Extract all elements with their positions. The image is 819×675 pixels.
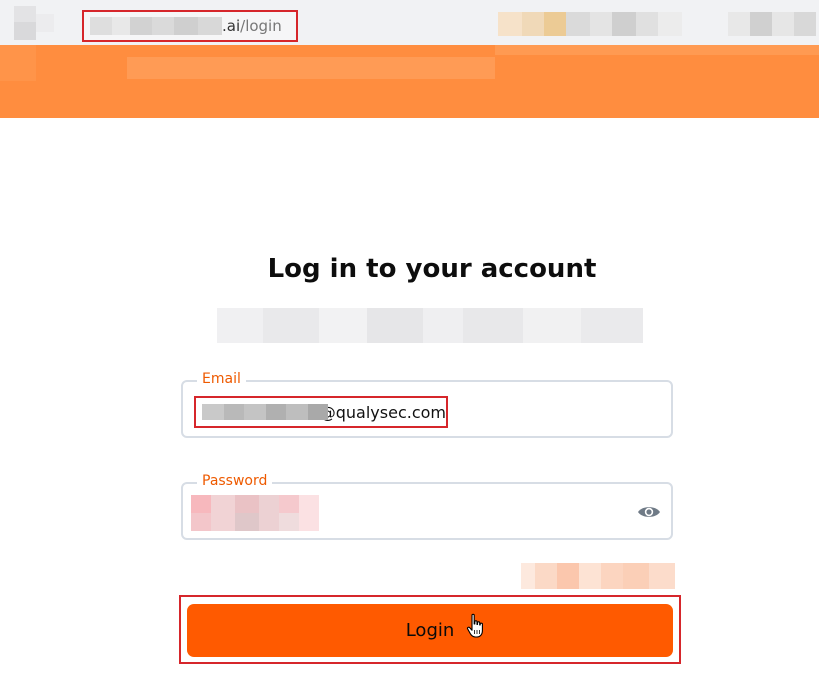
url-host-suffix: .ai: [222, 17, 241, 35]
url-host-redacted: [90, 17, 222, 35]
password-label: Password: [197, 473, 273, 489]
password-field[interactable]: Password: [181, 473, 673, 540]
email-value[interactable]: @qualysec.com: [194, 396, 448, 428]
blurred-toolbar-icons: [498, 12, 819, 36]
header-banner: [0, 45, 819, 118]
page-title: Log in to your account: [267, 254, 597, 284]
browser-toolbar: .ai /login: [0, 0, 819, 45]
email-domain: @qualysec.com: [319, 402, 446, 422]
hand-pointer-icon: [466, 613, 486, 639]
subtitle-redacted: [217, 308, 643, 343]
blurred-nav-buttons: [14, 6, 70, 40]
password-value-redacted: [191, 495, 319, 531]
eye-icon[interactable]: [637, 504, 661, 520]
email-user-redacted: [202, 404, 328, 420]
blurred-banner-content: [127, 57, 495, 79]
url-path: /login: [240, 17, 282, 35]
login-button-label: Login: [405, 620, 455, 641]
address-bar[interactable]: .ai /login: [82, 10, 298, 42]
forgot-password-link-redacted[interactable]: [521, 563, 683, 589]
login-button-highlight: Login: [179, 595, 681, 664]
login-button[interactable]: Login: [187, 604, 673, 657]
email-field[interactable]: Email @qualysec.com: [181, 371, 673, 438]
email-label: Email: [197, 371, 246, 387]
